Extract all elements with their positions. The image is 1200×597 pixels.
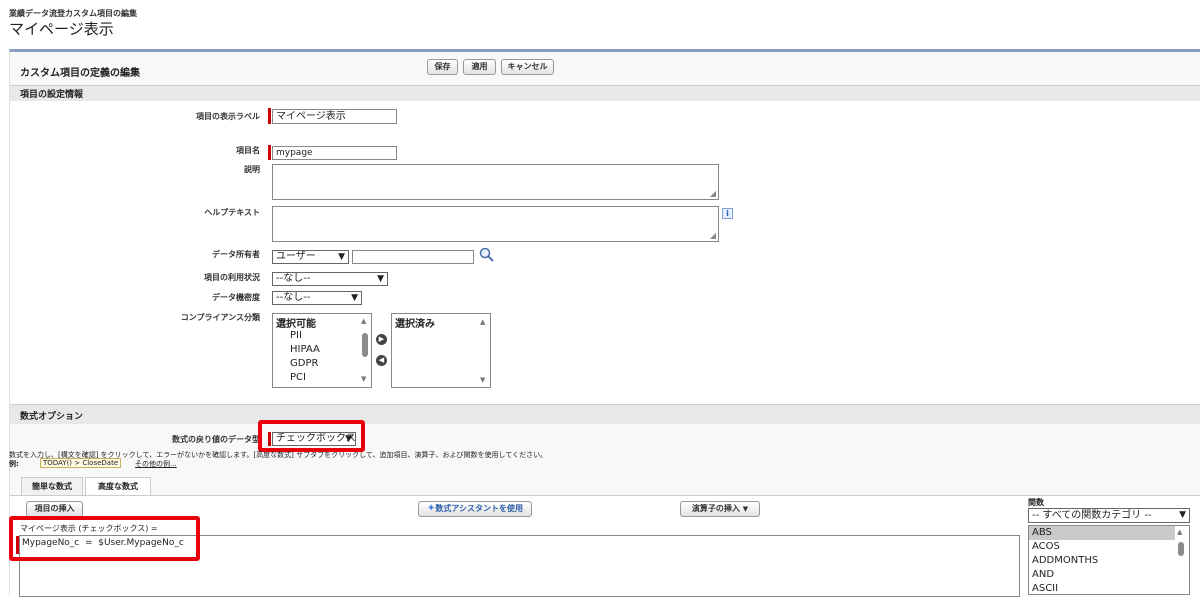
formula-section-title: 数式オプション: [20, 412, 84, 422]
sensitivity-value: --なし--: [276, 292, 311, 303]
compliance-label: コンプライアンス分類: [180, 313, 260, 322]
resize-grip-icon[interactable]: ◢: [710, 189, 716, 198]
list-item[interactable]: PII: [290, 330, 302, 341]
selected-listbox[interactable]: 選択済み ▲ ▼: [391, 313, 491, 388]
data-owner-select[interactable]: ユーザー ▼: [272, 250, 349, 264]
available-listbox[interactable]: 選択可能 PII HIPAA GDPR PCI ▲ ▼: [272, 313, 372, 388]
list-item[interactable]: ASCII: [1032, 583, 1058, 594]
scroll-thumb[interactable]: [1178, 542, 1184, 556]
functions-listbox[interactable]: ABS ACOS ADDMONTHS AND ASCII ▲: [1028, 525, 1190, 595]
usage-value: --なし--: [276, 273, 311, 284]
scrollbar[interactable]: ▲ ▼: [359, 315, 371, 387]
example-code: TODAY() > CloseDate: [40, 458, 122, 468]
chevron-down-icon: ▼: [338, 252, 345, 262]
save-button[interactable]: 保存: [427, 59, 458, 75]
selected-title: 選択済み: [395, 319, 435, 330]
list-item[interactable]: ACOS: [1032, 541, 1060, 552]
insert-field-button[interactable]: 項目の挿入: [26, 501, 83, 517]
formula-assistant-label: 数式アシスタントを使用: [435, 504, 524, 513]
field-label-input[interactable]: マイページ表示: [272, 109, 397, 124]
usage-select[interactable]: --なし-- ▼: [272, 272, 388, 286]
scroll-down-icon[interactable]: ▼: [480, 376, 485, 384]
required-marker: [268, 108, 271, 124]
tab-advanced-formula[interactable]: 高度な数式: [85, 477, 151, 496]
scroll-down-icon[interactable]: ▼: [361, 375, 366, 383]
description-textarea[interactable]: ◢: [272, 164, 719, 200]
page-title: マイページ表示: [9, 20, 114, 38]
list-item[interactable]: HIPAA: [290, 344, 320, 355]
list-item[interactable]: AND: [1032, 569, 1054, 580]
chevron-down-icon: ▼: [377, 274, 384, 284]
description-label: 説明: [244, 165, 260, 174]
cancel-button[interactable]: キャンセル: [501, 59, 554, 75]
chevron-down-icon: ▼: [351, 293, 358, 303]
required-marker: [268, 145, 271, 160]
list-item[interactable]: PCI: [290, 372, 306, 383]
function-category-value: -- すべての関数カテゴリ --: [1032, 510, 1152, 521]
sensitivity-select[interactable]: --なし-- ▼: [272, 291, 362, 305]
more-examples-link[interactable]: その他の例...: [135, 459, 177, 469]
help-text-textarea[interactable]: ◢: [272, 206, 719, 242]
settings-section-header: [10, 85, 1200, 101]
formula-section-header: [10, 404, 1200, 424]
usage-label: 項目の利用状況: [204, 273, 260, 282]
list-item[interactable]: ABS: [1032, 527, 1052, 538]
return-type-label: 数式の戻り値のデータ型: [172, 435, 260, 444]
insert-operator-label: 演算子の挿入: [691, 504, 740, 513]
lookup-search-icon[interactable]: [479, 247, 495, 263]
field-label-label: 項目の表示ラベル: [196, 112, 260, 121]
insert-operator-button[interactable]: 演算子の挿入 ▼: [680, 501, 760, 517]
list-item[interactable]: ADDMONTHS: [1032, 555, 1098, 566]
info-icon[interactable]: i: [722, 208, 733, 219]
example-label: 例:: [9, 460, 19, 468]
field-name-label: 項目名: [236, 146, 260, 155]
move-right-icon[interactable]: ▶: [376, 334, 387, 345]
functions-label: 関数: [1028, 498, 1044, 507]
panel-title: カスタム項目の定義の編集: [20, 68, 140, 79]
settings-section-title: 項目の設定情報: [20, 90, 84, 100]
formula-assistant-button[interactable]: ✦数式アシスタントを使用: [418, 501, 532, 517]
chevron-down-icon: ▼: [1179, 510, 1186, 520]
tab-simple-formula[interactable]: 簡単な数式: [21, 477, 83, 495]
data-owner-lookup-input[interactable]: [352, 250, 474, 264]
highlight-box: [9, 516, 200, 561]
highlight-box: [258, 420, 365, 452]
move-left-icon[interactable]: ◀: [376, 355, 387, 366]
list-item[interactable]: GDPR: [290, 358, 318, 369]
resize-grip-icon[interactable]: ◢: [710, 231, 716, 240]
scroll-up-icon[interactable]: ▲: [361, 317, 366, 325]
chevron-down-icon: ▼: [742, 505, 749, 513]
help-text-label: ヘルプテキスト: [204, 208, 260, 217]
function-category-select[interactable]: -- すべての関数カテゴリ -- ▼: [1028, 508, 1190, 523]
sensitivity-label: データ機密度: [212, 293, 260, 302]
field-name-input[interactable]: mypage: [272, 146, 397, 160]
scroll-up-icon[interactable]: ▲: [1177, 528, 1182, 536]
available-title: 選択可能: [276, 319, 316, 330]
scroll-thumb[interactable]: [362, 333, 368, 357]
scroll-up-icon[interactable]: ▲: [480, 318, 485, 326]
data-owner-label: データ所有者: [212, 250, 260, 259]
data-owner-value: ユーザー: [276, 251, 316, 262]
apply-button[interactable]: 適用: [463, 59, 496, 75]
